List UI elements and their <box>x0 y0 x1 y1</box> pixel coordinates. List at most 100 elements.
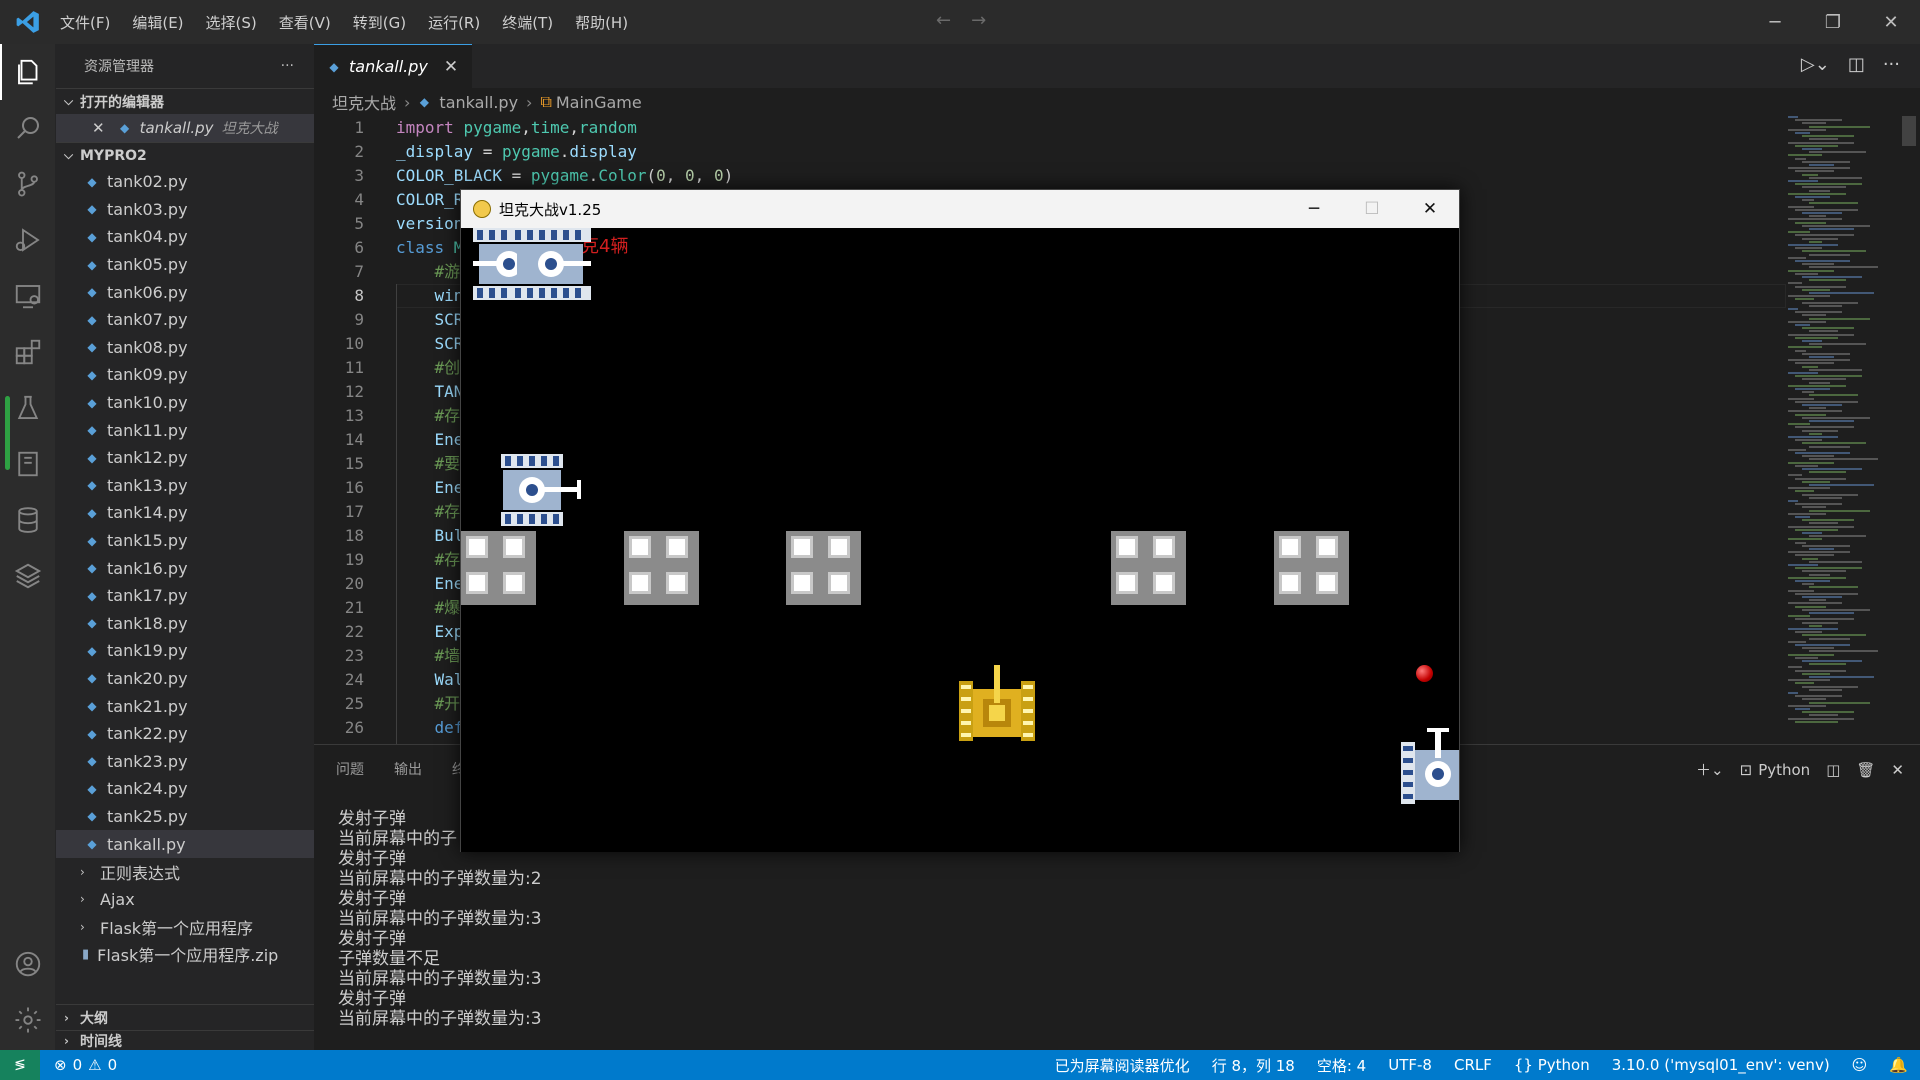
code-text: COLOR_R <box>396 188 463 212</box>
database-icon[interactable] <box>0 492 56 548</box>
file-item[interactable]: ◆ tank15.py <box>56 527 314 555</box>
file-item[interactable]: ◆ tank19.py <box>56 637 314 665</box>
trash-icon[interactable]: 🗑 <box>1856 761 1875 779</box>
eol-status[interactable]: CRLF <box>1454 1056 1492 1074</box>
close-editor-icon[interactable]: ✕ <box>92 119 105 137</box>
account-icon[interactable] <box>0 936 56 992</box>
notifications-bell-icon[interactable]: 🔔 <box>1889 1056 1908 1074</box>
notebook-icon[interactable] <box>0 436 56 492</box>
line-number: 17 <box>344 502 364 521</box>
testing-icon[interactable] <box>0 380 56 436</box>
search-icon[interactable] <box>0 100 56 156</box>
file-item[interactable]: ◆ tank21.py <box>56 692 314 720</box>
file-item[interactable]: ◆ tank10.py <box>56 389 314 417</box>
file-item[interactable]: ◆ tank05.py <box>56 251 314 279</box>
settings-gear-icon[interactable] <box>0 992 56 1048</box>
folder-item[interactable]: › 正则表达式 <box>56 858 314 886</box>
python-interpreter[interactable]: 3.10.0 ('mysql01_env': venv) <box>1612 1056 1830 1074</box>
menu-item[interactable]: 终端(T) <box>502 12 553 33</box>
close-panel-icon[interactable]: ✕ <box>1891 761 1904 779</box>
split-editor-icon[interactable]: ◫ <box>1848 54 1865 75</box>
panel-tab[interactable]: 输出 <box>394 759 422 779</box>
zip-file-item[interactable]: ▮ Flask第一个应用程序.zip <box>56 941 314 969</box>
file-item[interactable]: ◆ tank09.py <box>56 361 314 389</box>
problems-status[interactable]: ⊗ 0 ⚠ 0 <box>54 1056 117 1074</box>
file-item[interactable]: ◆ tank02.py <box>56 168 314 196</box>
file-item[interactable]: ◆ tank06.py <box>56 278 314 306</box>
explorer-more-button[interactable]: ··· <box>281 58 294 74</box>
layers-icon[interactable] <box>0 548 56 604</box>
screen-reader-status[interactable]: 已为屏幕阅读器优化 <box>1055 1055 1190 1076</box>
file-item[interactable]: ◆ tank16.py <box>56 554 314 582</box>
game-minimize-icon[interactable]: ─ <box>1285 190 1343 228</box>
menu-item[interactable]: 转到(G) <box>353 12 406 33</box>
feedback-icon[interactable]: ☺ <box>1852 1056 1868 1074</box>
menu-item[interactable]: 编辑(E) <box>132 12 183 33</box>
terminal-shell-selector[interactable]: ⊡ Python <box>1740 761 1811 779</box>
file-item[interactable]: ◆ tank04.py <box>56 223 314 251</box>
menu-item[interactable]: 查看(V) <box>279 12 331 33</box>
tab-close-icon[interactable]: ✕ <box>444 57 458 77</box>
more-actions-icon[interactable]: ··· <box>1883 54 1900 75</box>
minimap[interactable] <box>1788 116 1900 744</box>
menu-item[interactable]: 选择(S) <box>206 12 257 33</box>
menu-item[interactable]: 运行(R) <box>428 12 480 33</box>
open-editors-section[interactable]: ⌵ 打开的编辑器 <box>56 88 314 114</box>
explorer-icon[interactable] <box>0 44 56 100</box>
breadcrumb-file[interactable]: tankall.py <box>439 93 518 112</box>
file-item[interactable]: ◆ tank23.py <box>56 747 314 775</box>
project-section[interactable]: ⌵ MYPRO2 <box>56 142 314 168</box>
close-icon[interactable]: ✕ <box>1862 0 1920 44</box>
file-item[interactable]: ◆ tank03.py <box>56 196 314 224</box>
remote-explorer-icon[interactable] <box>0 268 56 324</box>
language-mode[interactable]: {} Python <box>1514 1056 1590 1074</box>
file-item[interactable]: ◆ tank24.py <box>56 775 314 803</box>
game-window[interactable]: 坦克大战v1.25 ─ ☐ ✕ 克4辆 <box>460 189 1460 852</box>
file-item[interactable]: ◆ tank11.py <box>56 416 314 444</box>
outline-section[interactable]: › 大纲 <box>56 1004 314 1030</box>
file-item[interactable]: ◆ tank07.py <box>56 306 314 334</box>
file-item[interactable]: ◆ tank20.py <box>56 665 314 693</box>
python-file-icon: ◆ <box>87 505 97 520</box>
file-item[interactable]: ◆ tank22.py <box>56 720 314 748</box>
file-item[interactable]: ◆ tank08.py <box>56 334 314 362</box>
run-debug-icon[interactable] <box>0 212 56 268</box>
editor-scrollbar[interactable] <box>1902 116 1916 146</box>
file-item[interactable]: ◆ tank18.py <box>56 610 314 638</box>
file-item[interactable]: ◆ tank14.py <box>56 499 314 527</box>
breadcrumb-folder[interactable]: 坦克大战 <box>332 90 396 114</box>
file-item[interactable]: ◆ tank25.py <box>56 803 314 831</box>
restore-icon[interactable]: ❐ <box>1804 0 1862 44</box>
cursor-position[interactable]: 行 8，列 18 <box>1212 1055 1295 1076</box>
minimap-line <box>1788 333 1854 336</box>
minimap-line <box>1802 711 1854 714</box>
folder-item[interactable]: › Ajax <box>56 885 314 913</box>
menu-item[interactable]: 文件(F) <box>60 12 110 33</box>
minimize-icon[interactable]: ─ <box>1746 0 1804 44</box>
game-canvas[interactable]: 克4辆 <box>461 228 1459 852</box>
menu-item[interactable]: 帮助(H) <box>575 12 628 33</box>
indentation-status[interactable]: 空格: 4 <box>1317 1055 1366 1076</box>
new-terminal-icon[interactable]: ＋⌄ <box>1696 759 1724 780</box>
game-title-bar[interactable]: 坦克大战v1.25 ─ ☐ ✕ <box>461 190 1459 228</box>
timeline-section[interactable]: › 时间线 <box>56 1030 314 1050</box>
run-python-file-icon[interactable]: ▷⌄ <box>1801 54 1830 75</box>
folder-item[interactable]: › Flask第一个应用程序 <box>56 913 314 941</box>
file-item[interactable]: ◆ tankall.py <box>56 830 314 858</box>
game-close-icon[interactable]: ✕ <box>1401 190 1459 228</box>
source-control-icon[interactable] <box>0 156 56 212</box>
panel-tab[interactable]: 问题 <box>336 759 364 779</box>
minimap-line <box>1802 647 1834 650</box>
breadcrumb-class[interactable]: MainGame <box>556 93 642 112</box>
file-item[interactable]: ◆ tank13.py <box>56 472 314 500</box>
split-terminal-icon[interactable]: ◫ <box>1826 761 1840 779</box>
back-arrow-icon[interactable]: ← <box>936 10 951 31</box>
open-editor-item[interactable]: ✕ ◆ tankall.py 坦克大战 <box>56 114 314 142</box>
file-item[interactable]: ◆ tank12.py <box>56 444 314 472</box>
encoding-status[interactable]: UTF-8 <box>1388 1056 1432 1074</box>
forward-arrow-icon[interactable]: → <box>971 10 986 31</box>
remote-indicator-icon[interactable]: ≶ <box>0 1050 40 1080</box>
extensions-icon[interactable] <box>0 324 56 380</box>
file-item[interactable]: ◆ tank17.py <box>56 582 314 610</box>
tab-tankall[interactable]: ◆ tankall.py ✕ <box>314 44 472 88</box>
